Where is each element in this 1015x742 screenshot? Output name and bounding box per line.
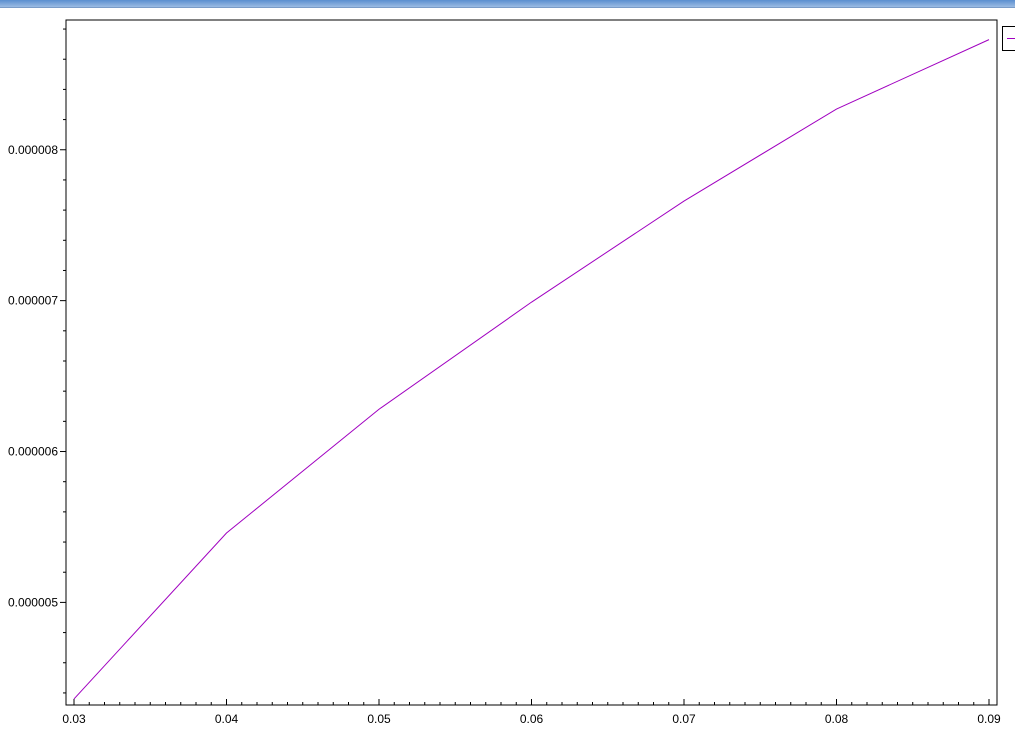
x-tick-label: 0.04 xyxy=(215,712,239,726)
x-tick-label: 0.05 xyxy=(367,712,391,726)
y-tick-label: 0.000006 xyxy=(8,445,58,459)
window-title-strip xyxy=(0,0,1015,8)
y-tick-label: 0.000007 xyxy=(8,294,58,308)
x-tick-label: 0.06 xyxy=(520,712,544,726)
y-tick-label: 0.000008 xyxy=(8,143,58,157)
plot-area xyxy=(65,19,998,706)
x-tick-label: 0.08 xyxy=(825,712,849,726)
x-tick-label: 0.03 xyxy=(62,712,86,726)
legend-swatch xyxy=(1007,38,1015,39)
line-chart: 0.000005 0.000006 0.000007 0.000008 0.03 0.0… xyxy=(8,19,1001,726)
y-tick-label: 0.000005 xyxy=(8,595,58,609)
x-tick-label: 0.07 xyxy=(672,712,696,726)
y-axis: 0.000005 0.000006 0.000007 0.000008 xyxy=(8,28,66,694)
x-tick-label: 0.09 xyxy=(977,712,1001,726)
legend xyxy=(1002,26,1015,51)
chart-container: 0.000005 0.000006 0.000007 0.000008 0.03 0.0… xyxy=(0,8,1015,737)
